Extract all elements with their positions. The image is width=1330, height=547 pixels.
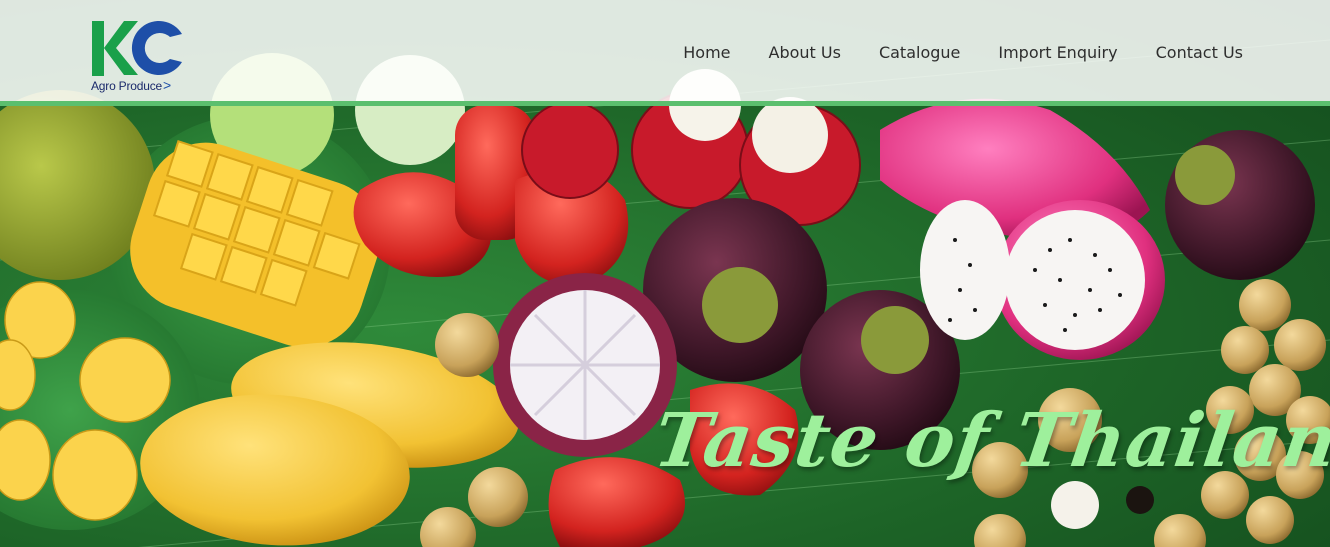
- site-logo[interactable]: Agro Produce>: [90, 18, 186, 94]
- header-accent-bar: [0, 101, 1330, 106]
- kc-logo-mark: [92, 21, 182, 76]
- nav-item-catalogue[interactable]: Catalogue: [860, 41, 979, 64]
- logo-caption: Agro Produce>: [91, 77, 171, 93]
- chevron-right-icon: >: [162, 77, 171, 93]
- hero-tagline: Taste of Thailand: [648, 398, 1330, 484]
- nav-item-import-enquiry[interactable]: Import Enquiry: [979, 41, 1136, 64]
- nav-item-contact-us[interactable]: Contact Us: [1137, 41, 1245, 64]
- nav-item-home[interactable]: Home: [664, 41, 749, 64]
- site-header: Agro Produce> Home About Us Catalogue Im…: [0, 0, 1330, 101]
- nav-item-about-us[interactable]: About Us: [750, 41, 860, 64]
- logo-caption-text: Agro Produce: [91, 79, 162, 93]
- page: Agro Produce> Home About Us Catalogue Im…: [0, 0, 1330, 547]
- main-nav: Home About Us Catalogue Import Enquiry C…: [664, 41, 1245, 64]
